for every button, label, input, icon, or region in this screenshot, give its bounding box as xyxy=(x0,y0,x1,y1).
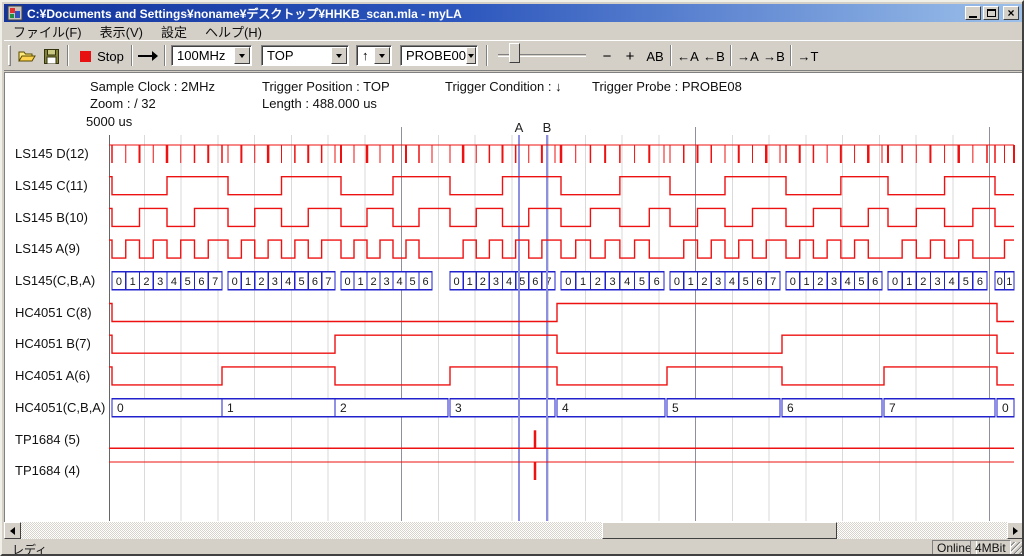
toolbar-separator xyxy=(164,45,166,66)
sample-clock-text: Sample Clock : 2MHz xyxy=(90,79,215,94)
set-marker-b-button[interactable]: →B xyxy=(761,44,787,68)
channel-label: HC4051 A(6) xyxy=(15,368,90,384)
run-button[interactable] xyxy=(136,44,160,68)
channel-label: HC4051 B(7) xyxy=(15,336,91,352)
toolbar-separator xyxy=(730,45,732,66)
chevron-down-icon[interactable] xyxy=(466,47,476,64)
status-bar: レディ Online 4MBit xyxy=(4,540,1024,556)
scroll-right-button[interactable] xyxy=(1007,522,1024,539)
folder-open-icon xyxy=(18,49,36,63)
toolbar-separator xyxy=(670,45,672,66)
minimize-button[interactable] xyxy=(965,6,981,20)
triangle-right-icon xyxy=(1013,527,1018,535)
open-button[interactable] xyxy=(16,44,38,68)
app-icon xyxy=(7,5,23,21)
zoom-factor-text: Zoom : / 32 xyxy=(90,96,156,111)
channel-label: LS145 C(11) xyxy=(15,178,88,194)
probe-select[interactable]: PROBE00 xyxy=(400,45,478,66)
stop-icon xyxy=(80,51,91,62)
close-button[interactable]: × xyxy=(1003,6,1019,20)
goto-marker-b-button[interactable]: ←B xyxy=(701,44,727,68)
horizontal-scrollbar[interactable] xyxy=(4,522,1024,539)
marker-a-label[interactable]: A xyxy=(512,120,526,135)
zoom-in-button[interactable]: + xyxy=(621,44,639,68)
channel-label: LS145 B(10) xyxy=(15,210,88,226)
app-window: C:¥Documents and Settings¥noname¥デスクトップ¥… xyxy=(0,0,1024,556)
stop-button-label: Stop xyxy=(97,49,124,64)
channel-label: TP1684 (5) xyxy=(15,432,80,448)
chevron-down-icon[interactable] xyxy=(374,47,390,64)
status-ready-text: レディ xyxy=(12,541,47,556)
zoom-out-button[interactable]: − xyxy=(598,44,616,68)
menu-item-settings[interactable]: 設定 xyxy=(152,21,196,42)
waveform-area[interactable] xyxy=(109,135,1014,521)
toolbar-separator xyxy=(67,45,69,66)
set-marker-a-button[interactable]: →A xyxy=(735,44,761,68)
floppy-icon xyxy=(44,49,59,64)
maximize-button[interactable] xyxy=(983,6,999,20)
channel-label: LS145 D(12) xyxy=(15,146,89,162)
clock-select[interactable]: 100MHz xyxy=(171,45,252,66)
window-title: C:¥Documents and Settings¥noname¥デスクトップ¥… xyxy=(27,5,462,22)
channel-label: HC4051 C(8) xyxy=(15,305,92,321)
channel-label: TP1684 (4) xyxy=(15,463,80,479)
time-division-label: 5000 us xyxy=(86,114,132,129)
record-length-text: Length : 488.000 us xyxy=(262,96,377,111)
save-button[interactable] xyxy=(40,44,62,68)
toolbar-separator xyxy=(486,45,488,66)
title-bar[interactable]: C:¥Documents and Settings¥noname¥デスクトップ¥… xyxy=(4,4,1022,22)
toolbar: Stop 100MHz TOP ↑ PROBE00 − xyxy=(4,40,1022,71)
trigger-position-select[interactable]: TOP xyxy=(261,45,349,66)
toolbar-grip xyxy=(8,45,11,66)
trigger-edge-select[interactable]: ↑ xyxy=(356,45,392,66)
marker-b-label[interactable]: B xyxy=(540,120,554,135)
channel-label: LS145 A(9) xyxy=(15,241,80,257)
zoom-slider-thumb[interactable] xyxy=(509,43,520,63)
toolbar-separator xyxy=(131,45,133,66)
trigger-condition-text: Trigger Condition : ↓ xyxy=(445,79,562,94)
chevron-down-icon[interactable] xyxy=(331,47,347,64)
probe-select-value: PROBE00 xyxy=(401,48,466,63)
channel-label: LS145(C,B,A) xyxy=(15,273,95,289)
clock-select-value: 100MHz xyxy=(172,48,234,63)
menu-item-help[interactable]: ヘルプ(H) xyxy=(196,21,271,42)
arrow-right-icon xyxy=(137,51,159,61)
trigger-probe-text: Trigger Probe : PROBE08 xyxy=(592,79,742,94)
channel-label: HC4051(C,B,A) xyxy=(15,400,105,416)
resize-grip[interactable] xyxy=(1011,542,1024,555)
menu-bar: ファイル(F) 表示(V) 設定 ヘルプ(H) xyxy=(4,23,1022,40)
chevron-down-icon[interactable] xyxy=(234,47,250,64)
trigger-position-text: Trigger Position : TOP xyxy=(262,79,390,94)
menu-item-view[interactable]: 表示(V) xyxy=(91,21,152,42)
triangle-left-icon xyxy=(10,527,15,535)
ab-span-button[interactable]: AB xyxy=(643,44,667,68)
scroll-left-button[interactable] xyxy=(4,522,21,539)
stop-button[interactable]: Stop xyxy=(76,44,128,68)
goto-marker-a-button[interactable]: ←A xyxy=(675,44,701,68)
goto-trigger-button[interactable]: →T xyxy=(795,44,821,68)
scrollbar-thumb[interactable] xyxy=(602,522,837,539)
trigger-edge-value: ↑ xyxy=(357,48,374,63)
toolbar-separator xyxy=(790,45,792,66)
menu-item-file[interactable]: ファイル(F) xyxy=(4,21,91,42)
trigger-position-value: TOP xyxy=(262,48,331,63)
memory-badge: 4MBit xyxy=(970,540,1011,555)
